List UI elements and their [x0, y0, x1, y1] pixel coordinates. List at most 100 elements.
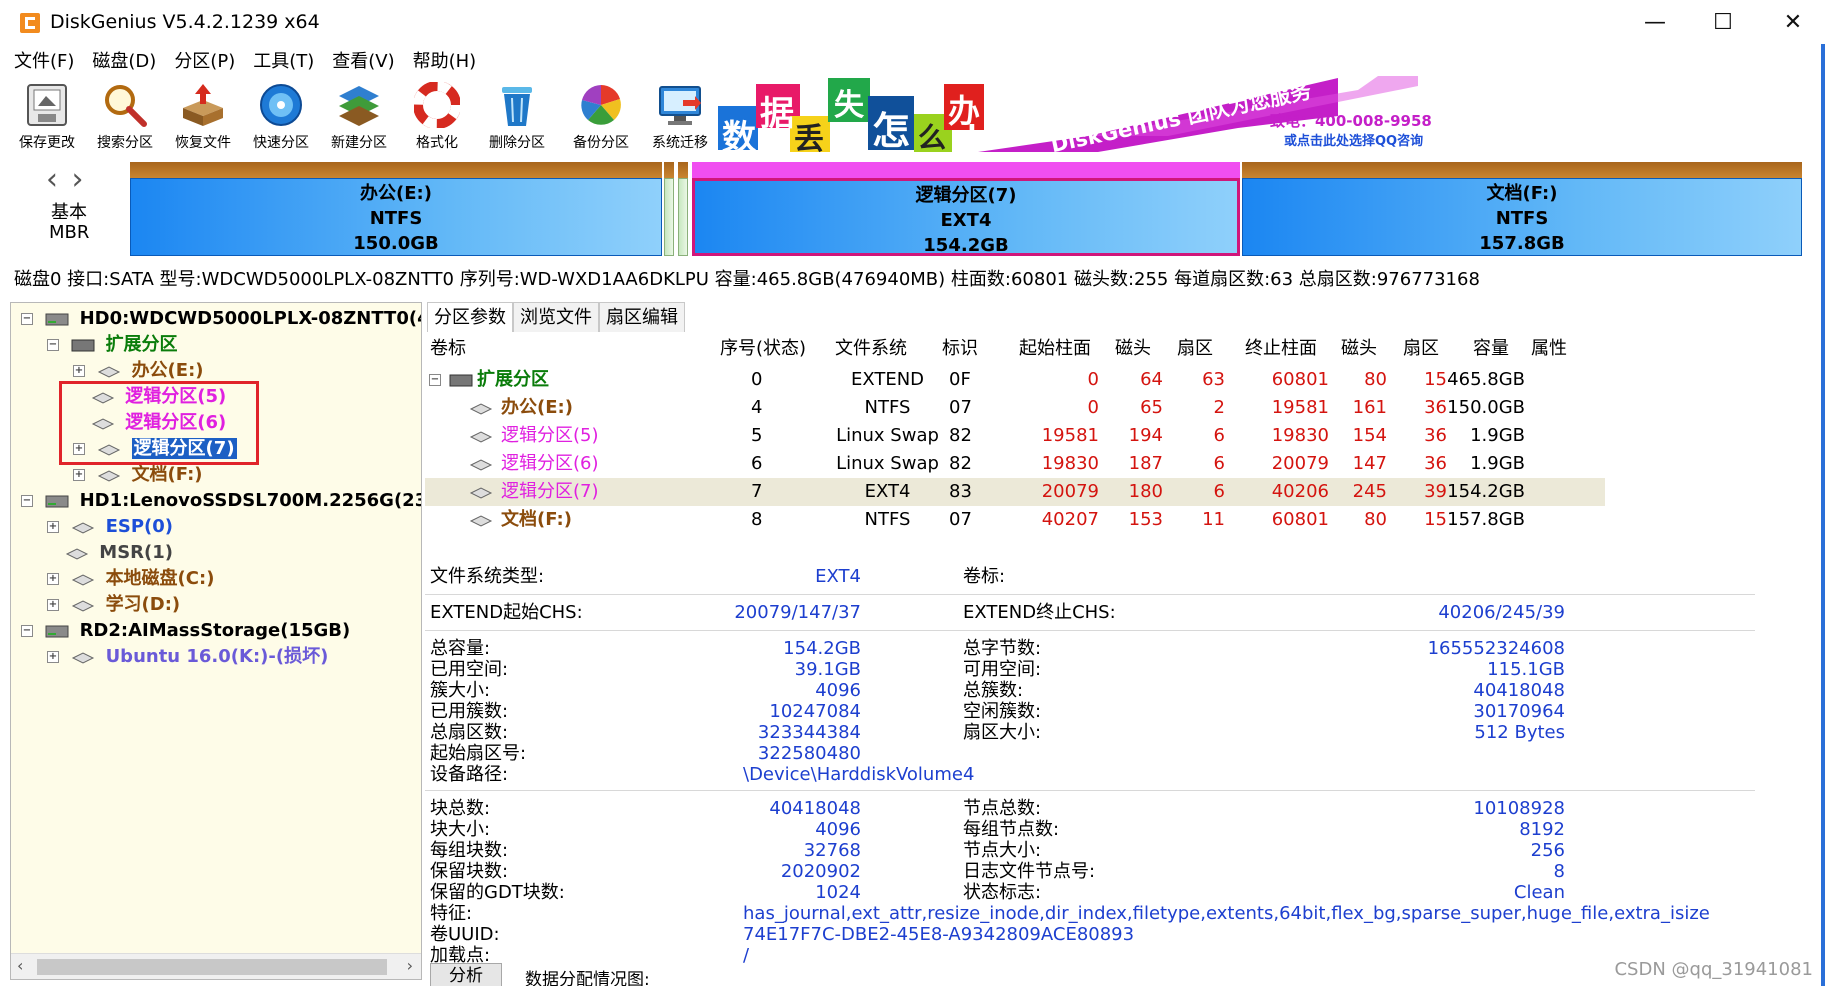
delete-partition-button[interactable]: 删除分区: [478, 78, 556, 154]
banner-char: 据: [760, 94, 794, 134]
table-row-selected[interactable]: 逻辑分区(7) 7 EXT4 83 20079 180 6 40206 245 …: [425, 478, 1605, 506]
col-header-start-head[interactable]: 磁头: [1115, 334, 1151, 364]
scroll-right-icon[interactable]: ›: [407, 956, 413, 975]
col-header-start-sector[interactable]: 扇区: [1177, 334, 1213, 364]
diskmap-partition-docs[interactable]: 文档(F:) NTFS 157.8GB: [1242, 162, 1802, 256]
cell-end-head: 161: [1352, 397, 1387, 418]
detail-value: 4096: [815, 819, 861, 840]
tree-partition-office[interactable]: + 办公(E:): [73, 359, 204, 383]
extend-end-label: EXTEND终止CHS:: [963, 602, 1116, 623]
table-row[interactable]: 逻辑分区(6) 6 Linux Swap 82 19830 187 6 2007…: [425, 450, 1605, 478]
trash-icon: [494, 82, 540, 128]
tree-disk-hd0[interactable]: − HD0:WDCWD5000LPLX-08ZNTT0(466G: [21, 307, 421, 331]
menu-disk[interactable]: 磁盘(D): [92, 47, 156, 73]
menu-file[interactable]: 文件(F): [14, 47, 74, 73]
cell-start-cylinder: 19581: [1041, 425, 1099, 446]
col-header-capacity[interactable]: 容量: [1473, 334, 1509, 364]
close-button[interactable]: ✕: [1756, 0, 1825, 44]
scroll-thumb[interactable]: [37, 959, 387, 975]
tree-partition-ubuntu[interactable]: + Ubuntu 16.0(K:)-(损坏): [47, 645, 328, 669]
support-banner[interactable]: 数 据 丢 失 怎 么 办 ! DiskGenius 团队为您服务 致电：400…: [718, 76, 1440, 152]
col-header-end-cylinder[interactable]: 终止柱面: [1245, 334, 1317, 364]
tree-label: HD1:LenovoSSDSL700M.2256G(238GB: [79, 490, 421, 511]
quick-partition-label: 快速分区: [253, 135, 309, 151]
cell-end-cylinder: 19830: [1271, 425, 1329, 446]
diskmap-swap-partition[interactable]: [664, 162, 674, 256]
detail-label: 保留的GDT块数:: [430, 882, 565, 903]
tree-expand-toggle[interactable]: +: [47, 521, 59, 533]
tab-partition-params[interactable]: 分区参数: [427, 302, 513, 332]
cell-volume: 逻辑分区(6): [501, 453, 599, 474]
tree-collapse-toggle[interactable]: −: [47, 339, 59, 351]
recover-files-button[interactable]: 恢复文件: [164, 78, 242, 154]
maximize-button[interactable]: ☐: [1686, 0, 1760, 44]
cell-filesystem: EXT4: [864, 481, 911, 502]
tree-horizontal-scrollbar[interactable]: ‹ ›: [11, 953, 421, 979]
tree-collapse-toggle[interactable]: −: [21, 495, 33, 507]
tree-expand-toggle[interactable]: +: [73, 365, 85, 377]
diskmap-partition-logical7[interactable]: 逻辑分区(7) EXT4 154.2GB: [692, 162, 1240, 256]
col-header-index[interactable]: 序号(状态): [720, 334, 806, 364]
tree-expand-toggle[interactable]: +: [47, 651, 59, 663]
partition-icon: [72, 522, 95, 534]
diskmap-partition-office[interactable]: 办公(E:) NTFS 150.0GB: [130, 162, 662, 256]
tab-browse-files[interactable]: 浏览文件: [513, 302, 599, 332]
tree-expand-toggle[interactable]: +: [47, 599, 59, 611]
system-migration-button[interactable]: 系统迁移: [641, 78, 719, 154]
partition-icon: [98, 470, 121, 482]
quick-partition-button[interactable]: 快速分区: [242, 78, 320, 154]
diskmap-swap-partition[interactable]: [678, 162, 688, 256]
col-header-end-head[interactable]: 磁头: [1341, 334, 1377, 364]
tree-disk-hd1[interactable]: − HD1:LenovoSSDSL700M.2256G(238GB: [21, 489, 421, 513]
tab-sector-edit[interactable]: 扇区编辑: [599, 302, 685, 332]
disk-nav-arrows[interactable]: ‹ ›: [46, 162, 86, 197]
save-changes-button[interactable]: 保存更改: [8, 78, 86, 154]
diskmap-partition-size: 150.0GB: [353, 233, 439, 254]
col-header-id[interactable]: 标识: [942, 334, 978, 364]
search-partition-button[interactable]: 搜索分区: [86, 78, 164, 154]
table-row[interactable]: 文档(F:) 8 NTFS 07 40207 153 11 60801 80 1…: [425, 506, 1605, 534]
menu-help[interactable]: 帮助(H): [413, 47, 477, 73]
menu-view[interactable]: 查看(V): [332, 47, 394, 73]
backup-partition-button[interactable]: 备份分区: [562, 78, 640, 154]
detail-label: 每组块数:: [430, 840, 509, 861]
new-partition-label: 新建分区: [331, 135, 387, 151]
cell-id: 83: [949, 481, 972, 502]
scroll-left-icon[interactable]: ‹: [17, 956, 23, 975]
tree-disk-rd2[interactable]: − RD2:AIMassStorage(15GB): [21, 619, 350, 643]
format-button[interactable]: 格式化: [398, 78, 476, 154]
cell-index: 4: [751, 397, 763, 418]
tree-partition-c[interactable]: + 本地磁盘(C:): [47, 567, 214, 591]
col-header-end-sector[interactable]: 扇区: [1403, 334, 1439, 364]
col-header-start-cylinder[interactable]: 起始柱面: [1019, 334, 1091, 364]
banner-qq-link[interactable]: 或点击此处选择QQ咨询: [1284, 130, 1423, 149]
tree-expand-toggle[interactable]: +: [73, 469, 85, 481]
col-header-attributes[interactable]: 属性: [1531, 334, 1567, 364]
tree-extended-partition[interactable]: − 扩展分区: [47, 333, 178, 357]
menu-partition[interactable]: 分区(P): [174, 47, 235, 73]
tree-collapse-toggle[interactable]: −: [429, 366, 441, 394]
new-partition-button[interactable]: 新建分区: [320, 78, 398, 154]
table-row[interactable]: 办公(E:) 4 NTFS 07 0 65 2 19581 161 36 150…: [425, 394, 1605, 422]
tree-expand-toggle[interactable]: +: [47, 573, 59, 585]
table-row[interactable]: − 扩展分区 0 EXTEND 0F 0 64 63 60801 80 15 4…: [425, 366, 1605, 394]
menu-tools[interactable]: 工具(T): [253, 47, 314, 73]
col-header-volume[interactable]: 卷标: [430, 334, 466, 364]
detail-value: 8192: [1519, 819, 1565, 840]
cell-end-sector: 15: [1424, 509, 1447, 530]
tree-partition-esp[interactable]: + ESP(0): [47, 515, 173, 539]
cell-start-sector: 63: [1202, 369, 1225, 390]
minimize-button[interactable]: —: [1618, 0, 1692, 44]
partition-icon: [72, 574, 95, 586]
col-header-filesystem[interactable]: 文件系统: [835, 334, 907, 364]
analyze-button[interactable]: 分析: [430, 963, 502, 986]
tree-label: 扩展分区: [105, 334, 178, 355]
tree-collapse-toggle[interactable]: −: [21, 625, 33, 637]
tree-partition-docs[interactable]: + 文档(F:): [73, 463, 203, 487]
tree-partition-msr[interactable]: MSR(1): [65, 541, 173, 565]
table-row[interactable]: 逻辑分区(5) 5 Linux Swap 82 19581 194 6 1983…: [425, 422, 1605, 450]
cell-end-cylinder: 19581: [1271, 397, 1329, 418]
tree-collapse-toggle[interactable]: −: [21, 313, 33, 325]
tree-partition-d[interactable]: + 学习(D:): [47, 593, 180, 617]
cell-id: 07: [949, 397, 972, 418]
